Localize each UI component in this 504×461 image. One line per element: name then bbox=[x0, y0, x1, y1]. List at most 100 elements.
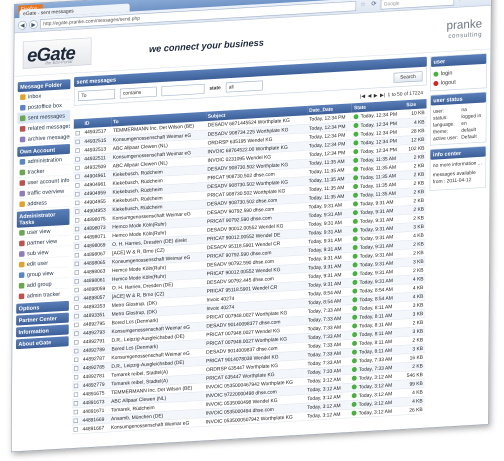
status-ok-icon bbox=[352, 349, 358, 355]
status-value: Default bbox=[461, 133, 477, 140]
row-checkbox[interactable] bbox=[73, 409, 78, 415]
row-checkbox[interactable] bbox=[74, 217, 80, 223]
row-checkbox[interactable] bbox=[74, 278, 79, 284]
row-state: Today, 8:11 AM bbox=[359, 320, 393, 329]
sidebar-item-label: archive messages bbox=[27, 133, 71, 142]
row-checkbox[interactable] bbox=[74, 244, 80, 249]
status-key: active user: bbox=[433, 134, 459, 142]
row-id: 44891667 bbox=[80, 422, 110, 434]
status-ok-icon bbox=[353, 131, 359, 138]
filter-text-input[interactable] bbox=[161, 83, 205, 96]
row-checkbox[interactable] bbox=[73, 427, 78, 432]
status-ok-icon bbox=[352, 271, 358, 277]
row-checkbox[interactable] bbox=[74, 322, 79, 328]
sidebar-item-label: tracker bbox=[27, 167, 45, 175]
back-icon[interactable]: ◀ bbox=[18, 20, 27, 30]
status-ok-icon bbox=[352, 297, 358, 303]
row-checkbox[interactable] bbox=[74, 296, 79, 301]
row-checkbox[interactable] bbox=[74, 313, 79, 319]
folder-icon bbox=[19, 115, 26, 121]
row-checkbox[interactable] bbox=[74, 226, 80, 232]
status-ok-icon bbox=[353, 210, 359, 216]
row-checkbox-cell bbox=[71, 424, 81, 434]
row-checkbox[interactable] bbox=[74, 235, 80, 240]
row-checkbox[interactable] bbox=[74, 261, 79, 267]
row-checkbox[interactable] bbox=[75, 156, 80, 162]
row-checkbox[interactable] bbox=[75, 148, 80, 153]
status-ok-icon bbox=[352, 367, 358, 373]
row-state-cell: Today, 3:12 AM bbox=[350, 405, 403, 418]
folder-icon bbox=[19, 179, 26, 186]
state-select[interactable]: all bbox=[225, 80, 263, 93]
row-checkbox[interactable] bbox=[75, 200, 80, 206]
first-page-icon[interactable]: |◀ bbox=[360, 93, 365, 99]
sidebar-item[interactable]: admin tracker bbox=[16, 288, 70, 302]
egate-logo[interactable]: eGate the EDI-Portal bbox=[22, 37, 92, 69]
star-icon[interactable]: ☆ bbox=[359, 1, 368, 10]
status-ok-icon bbox=[353, 227, 359, 233]
row-checkbox[interactable] bbox=[75, 139, 80, 145]
row-date: Today, 3:12 AM bbox=[305, 408, 351, 421]
sidebar-panel-title[interactable]: Options bbox=[16, 300, 69, 314]
row-checkbox[interactable] bbox=[75, 191, 80, 197]
folder-icon bbox=[18, 271, 25, 278]
sidebar-panel-title[interactable]: Partner Center bbox=[16, 312, 69, 326]
prev-page-icon[interactable]: ◀ bbox=[368, 93, 372, 99]
row-checkbox[interactable] bbox=[74, 348, 79, 354]
status-box: user status user: na status: logged in langu… bbox=[429, 91, 487, 146]
contains-select[interactable]: contains bbox=[119, 86, 157, 99]
row-checkbox[interactable] bbox=[74, 331, 79, 336]
logo-subtext: the EDI-Portal bbox=[45, 59, 73, 66]
row-checkbox[interactable] bbox=[73, 383, 79, 389]
row-state: Today, 8:11 AM bbox=[359, 338, 393, 346]
row-checkbox[interactable] bbox=[75, 174, 80, 179]
row-checkbox[interactable] bbox=[73, 374, 79, 380]
row-checkbox[interactable] bbox=[74, 252, 80, 258]
row-checkbox[interactable] bbox=[74, 270, 79, 275]
row-checkbox[interactable] bbox=[73, 400, 79, 406]
folder-icon bbox=[19, 190, 25, 197]
sidebar-panel-title[interactable]: Information bbox=[16, 324, 69, 338]
row-checkbox[interactable] bbox=[74, 305, 79, 310]
status-ok-icon bbox=[353, 157, 359, 164]
folder-icon bbox=[20, 93, 26, 100]
search-icon[interactable]: ⌕ bbox=[457, 0, 466, 4]
sidebar-panel-title[interactable]: About eGate bbox=[15, 336, 69, 350]
row-checkbox[interactable] bbox=[75, 130, 80, 136]
row-checkbox[interactable] bbox=[74, 339, 79, 345]
addon-icon[interactable]: ● bbox=[468, 0, 477, 4]
sidebar-item-label: sub view bbox=[26, 249, 49, 257]
login-label: login bbox=[440, 69, 453, 77]
forward-icon[interactable]: ▶ bbox=[29, 19, 38, 29]
status-ok-icon bbox=[352, 314, 358, 321]
row-checkbox[interactable] bbox=[73, 392, 79, 397]
status-ok-icon bbox=[351, 393, 357, 399]
next-page-icon[interactable]: ▶ bbox=[374, 92, 378, 98]
status-ok-icon bbox=[353, 140, 359, 146]
sidebar-item-label: admin tracker bbox=[26, 290, 61, 299]
sidebar-item[interactable]: address bbox=[16, 196, 70, 210]
folder-icon bbox=[20, 104, 26, 111]
home-icon[interactable]: ⌂ bbox=[479, 0, 488, 3]
logout-link[interactable]: logout bbox=[433, 76, 483, 88]
sidebar-item-label: postoffice box bbox=[27, 102, 62, 111]
to-select[interactable]: To bbox=[78, 88, 116, 101]
folder-icon bbox=[18, 261, 25, 268]
row-checkbox[interactable] bbox=[73, 418, 78, 423]
row-checkbox[interactable] bbox=[75, 165, 80, 171]
status-ok-icon bbox=[352, 253, 358, 260]
sidebar-item[interactable]: archive messages bbox=[17, 131, 71, 146]
row-checkbox[interactable] bbox=[73, 366, 79, 371]
row-checkbox[interactable] bbox=[75, 183, 80, 188]
row-checkbox[interactable] bbox=[75, 209, 80, 214]
row-state: Today, 12:34 PM bbox=[360, 111, 398, 120]
row-checkbox[interactable] bbox=[74, 357, 79, 362]
status-ok-icon bbox=[353, 184, 359, 190]
reload-icon[interactable]: ⟳ bbox=[370, 0, 379, 9]
folder-icon bbox=[19, 169, 26, 176]
status-ok-icon bbox=[352, 306, 358, 312]
folder-icon bbox=[19, 136, 26, 143]
row-checkbox[interactable] bbox=[74, 287, 79, 293]
last-page-icon[interactable]: ▶| bbox=[380, 92, 385, 98]
search-button[interactable]: Search bbox=[393, 70, 423, 83]
